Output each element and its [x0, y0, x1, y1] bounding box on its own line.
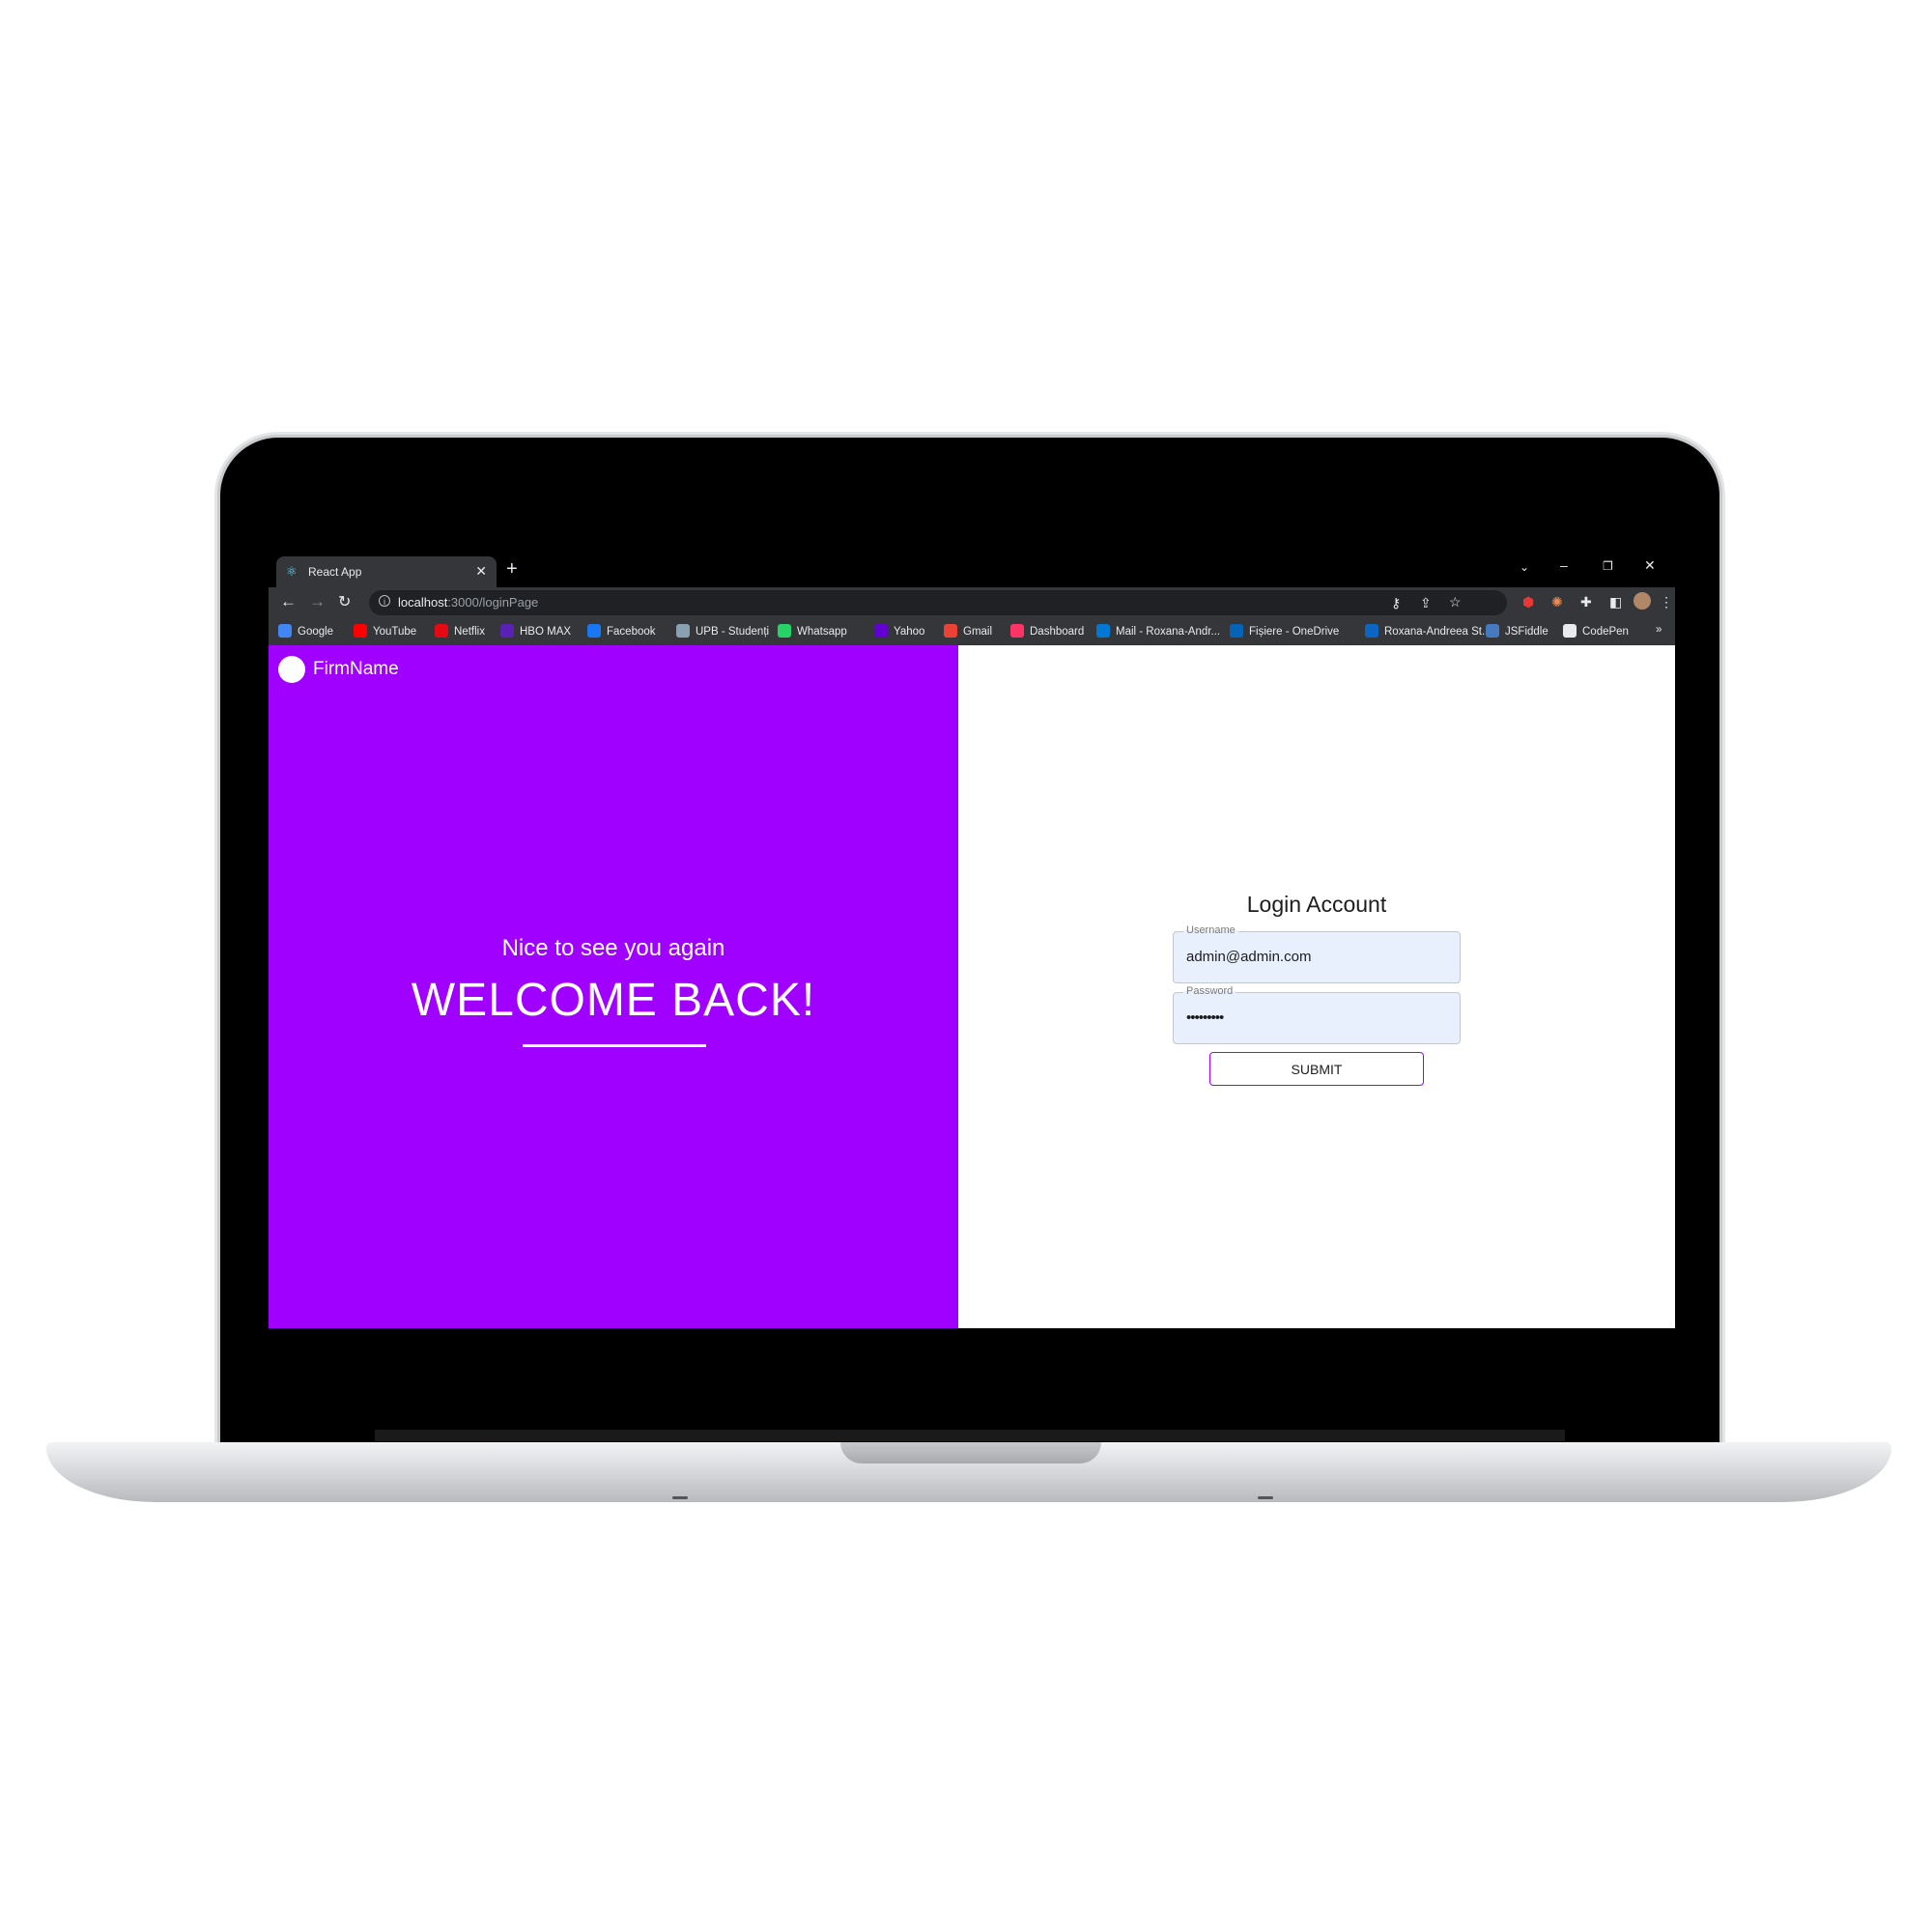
bookmark-label: UPB - Studenți	[696, 626, 770, 638]
extension-adblock-icon[interactable]: ⬢	[1522, 594, 1534, 611]
browser-window: ⚛ React App ✕ + ⌄ – ❐ ✕ ← → ↻ i localhos…	[269, 553, 1675, 1328]
laptop-foot	[1258, 1496, 1273, 1499]
logo-icon	[278, 656, 305, 683]
login-title: Login Account	[1246, 892, 1387, 917]
netflix-icon	[435, 624, 448, 638]
bookmark-item[interactable]: Google	[278, 624, 333, 638]
bookmark-item[interactable]: Gmail	[944, 624, 992, 638]
laptop-foot	[672, 1496, 688, 1499]
profile-avatar[interactable]	[1634, 592, 1651, 610]
bookmarks-bar: Google YouTube Netflix HBO MAX Facebook UPB -…	[269, 618, 1675, 646]
close-window-icon[interactable]: ✕	[1644, 557, 1656, 574]
username-label: Username	[1183, 924, 1238, 936]
bookmark-item[interactable]: JSFiddle	[1486, 624, 1548, 638]
password-input[interactable]: •••••••••	[1186, 1009, 1447, 1026]
invision-icon	[1010, 624, 1024, 638]
onedrive-icon	[1230, 624, 1243, 638]
login-page: FirmName Nice to see you again WELCOME B…	[269, 645, 1675, 1328]
hbo-max-icon	[500, 624, 514, 638]
bookmark-label: Netflix	[454, 626, 485, 638]
side-panel-icon[interactable]: ◧	[1609, 594, 1622, 611]
site-info-icon[interactable]: i	[379, 595, 390, 607]
bookmark-item[interactable]: Yahoo	[874, 624, 924, 638]
bookmark-label: Whatsapp	[797, 626, 847, 638]
forward-arrow-icon[interactable]: →	[309, 592, 326, 611]
google-icon	[278, 624, 292, 638]
bookmark-item[interactable]: Facebook	[587, 624, 656, 638]
address-bar[interactable]: i localhost:3000/loginPage ⚷ ⇪ ☆	[369, 590, 1507, 615]
yahoo-icon	[874, 624, 888, 638]
url-text: localhost:3000/loginPage	[398, 595, 539, 610]
bookmark-item[interactable]: Netflix	[435, 624, 485, 638]
bookmark-label: Roxana-Andreea St...	[1384, 626, 1492, 638]
upb-icon	[676, 624, 690, 638]
linkedin-icon	[1365, 624, 1378, 638]
bookmark-item[interactable]: Dashboard	[1010, 624, 1084, 638]
close-tab-icon[interactable]: ✕	[475, 563, 487, 580]
bookmark-item[interactable]: Mail - Roxana-Andr...	[1096, 624, 1220, 638]
bookmark-item[interactable]: Roxana-Andreea St...	[1365, 624, 1492, 638]
whatsapp-icon	[778, 624, 791, 638]
tab-title: React App	[308, 565, 362, 579]
bookmark-label: Facebook	[607, 626, 656, 638]
password-field[interactable]: Password •••••••••	[1173, 985, 1461, 1044]
tab-strip: ⚛ React App ✕ + ⌄ – ❐ ✕	[269, 553, 1675, 587]
bookmark-item[interactable]: YouTube	[354, 624, 416, 638]
bookmark-label: CodePen	[1582, 626, 1629, 638]
laptop-hinge	[375, 1430, 1565, 1441]
bookmark-label: Dashboard	[1030, 626, 1085, 638]
minimize-icon[interactable]: –	[1560, 557, 1568, 573]
gmail-icon	[944, 624, 957, 638]
bookmark-label: HBO MAX	[520, 626, 572, 638]
username-input[interactable]	[1186, 949, 1447, 965]
bookmark-label: Gmail	[963, 626, 993, 638]
welcome-title: WELCOME BACK!	[411, 975, 816, 1026]
tab-search-icon[interactable]: ⌄	[1520, 560, 1529, 574]
extension-cookie-icon[interactable]: ✺	[1551, 594, 1563, 611]
welcome-underline	[523, 1044, 706, 1047]
extensions-puzzle-icon[interactable]: ✚	[1580, 594, 1592, 611]
outlook-icon	[1096, 624, 1110, 638]
laptop-notch	[840, 1442, 1101, 1463]
login-panel: Login Account Username Password ••••••••…	[958, 645, 1675, 1328]
key-icon[interactable]: ⚷	[1391, 595, 1401, 611]
username-field[interactable]: Username	[1173, 924, 1461, 983]
bookmark-label: Mail - Roxana-Andr...	[1116, 626, 1221, 638]
bookmark-star-icon[interactable]: ☆	[1449, 594, 1462, 611]
bookmark-label: Yahoo	[894, 626, 925, 638]
browser-toolbar: ← → ↻ i localhost:3000/loginPage ⚷ ⇪ ☆ ⬢…	[269, 587, 1675, 618]
facebook-icon	[587, 624, 601, 638]
youtube-icon	[354, 624, 367, 638]
react-icon: ⚛	[286, 564, 298, 579]
more-bookmarks-button[interactable]: »	[1656, 624, 1662, 636]
bookmark-item[interactable]: Whatsapp	[778, 624, 847, 638]
password-label: Password	[1183, 985, 1236, 997]
codepen-icon	[1563, 624, 1577, 638]
welcome-panel: FirmName Nice to see you again WELCOME B…	[269, 645, 958, 1328]
bookmark-item[interactable]: CodePen	[1563, 624, 1629, 638]
bookmark-label: Google	[298, 626, 334, 638]
browser-tab-active[interactable]: ⚛ React App ✕	[276, 556, 497, 587]
bookmark-item[interactable]: UPB - Studenți	[676, 624, 769, 638]
browser-menu-icon[interactable]: ⋮	[1660, 594, 1673, 611]
bookmark-label: JSFiddle	[1505, 626, 1548, 638]
firm-name: FirmName	[313, 659, 399, 679]
bookmark-item[interactable]: HBO MAX	[500, 624, 571, 638]
welcome-subtitle: Nice to see you again	[501, 935, 725, 961]
bookmark-label: Fișiere - OneDrive	[1249, 626, 1340, 638]
jsfiddle-icon	[1486, 624, 1499, 638]
back-arrow-icon[interactable]: ←	[280, 592, 297, 611]
bookmark-item[interactable]: Fișiere - OneDrive	[1230, 624, 1339, 638]
bookmark-label: YouTube	[373, 626, 417, 638]
submit-button[interactable]: SUBMIT	[1209, 1052, 1424, 1086]
reload-icon[interactable]: ↻	[338, 592, 351, 611]
share-icon[interactable]: ⇪	[1420, 595, 1432, 611]
restore-icon[interactable]: ❐	[1603, 559, 1613, 573]
new-tab-button[interactable]: +	[506, 558, 518, 581]
